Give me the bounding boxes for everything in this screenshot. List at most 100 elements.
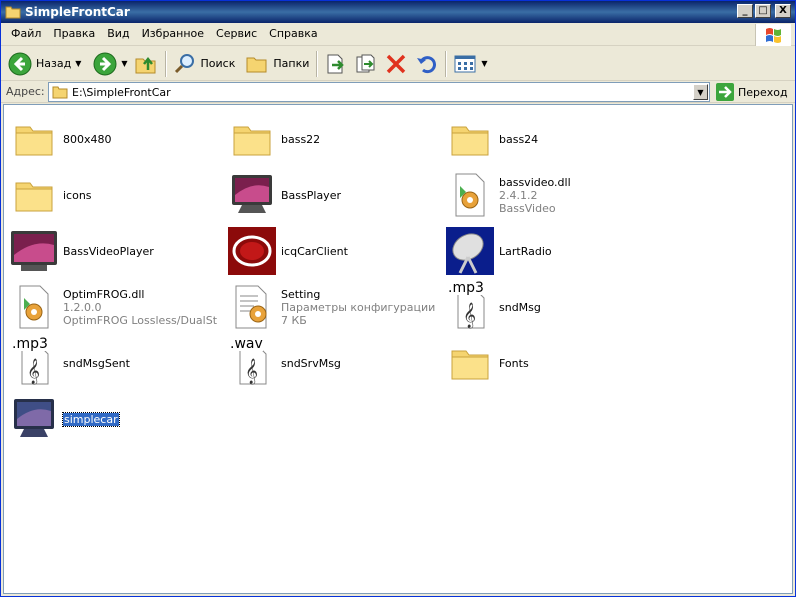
address-dropdown-button[interactable]: ▼ [693, 84, 708, 100]
forward-dropdown-icon[interactable]: ▼ [121, 59, 127, 68]
search-icon [174, 53, 194, 73]
window-title: SimpleFrontCar [25, 5, 130, 19]
folder-icon [8, 113, 60, 165]
back-dropdown-icon[interactable]: ▼ [75, 59, 81, 68]
move-to-button[interactable] [321, 49, 351, 79]
address-input[interactable]: E:\SimpleFrontCar ▼ [48, 82, 710, 102]
menu-edit[interactable]: Правка [47, 23, 101, 45]
delete-icon [387, 54, 406, 73]
file-name: sndMsgSent [63, 356, 130, 370]
back-button[interactable]: Назад ▼ [5, 49, 84, 79]
menu-file[interactable]: Файл [5, 23, 47, 45]
file-extension-label: .mp3 [448, 280, 484, 296]
file-item[interactable]: Setting Параметры конфигурации 7 КБ [226, 279, 444, 335]
svg-text:𝄞: 𝄞 [245, 358, 258, 384]
folder-icon [52, 86, 68, 98]
file-name: bass24 [499, 132, 539, 146]
monitor-app-icon [226, 169, 278, 221]
monitor-app-icon [8, 393, 60, 445]
explorer-window: SimpleFrontCar _ □ X Файл Правка Вид Изб… [0, 0, 796, 597]
file-item[interactable]: Fonts [444, 335, 662, 391]
menu-bar: Файл Правка Вид Избранное Сервис Справка [1, 23, 795, 46]
close-button[interactable]: X [775, 4, 791, 18]
audio-file-icon: 𝄞 .wav [226, 337, 278, 389]
file-version: 1.2.0.0 [63, 300, 102, 314]
svg-text:𝄞: 𝄞 [27, 358, 40, 384]
minimize-button[interactable]: _ [737, 4, 753, 18]
file-size: 7 КБ [281, 313, 307, 327]
file-extension-label: .mp3 [12, 336, 48, 352]
toolbar-separator [164, 50, 166, 77]
file-item[interactable]: 𝄞 .mp3 sndMsg [444, 279, 662, 335]
file-version: 2.4.1.2 [499, 188, 538, 202]
file-item[interactable]: LartRadio [444, 223, 662, 279]
file-item[interactable]: bass22 [226, 111, 444, 167]
copy-to-icon [356, 54, 375, 72]
folder-icon [5, 6, 21, 19]
file-name: icons [63, 188, 92, 202]
file-type: Параметры конфигурации [281, 300, 436, 314]
file-name: icqCarClient [281, 244, 348, 258]
toolbar: Назад ▼ ▼ Поиск Папки ▼ [1, 47, 795, 81]
delete-button[interactable] [381, 49, 411, 79]
maximize-button[interactable]: □ [755, 4, 771, 18]
file-item[interactable]: 𝄞 .mp3 sndMsgSent [8, 335, 226, 391]
file-item[interactable]: bassvideo.dll 2.4.1.2 BassVideo [444, 167, 662, 223]
file-name: Fonts [499, 356, 529, 370]
forward-button[interactable]: ▼ [90, 49, 130, 79]
settings-file-icon [226, 281, 278, 333]
go-label: Переход [738, 85, 788, 99]
file-list[interactable]: 800x480 bass22 bass24 icons BassPlayer b… [3, 104, 793, 594]
up-folder-button[interactable] [131, 49, 161, 79]
file-item[interactable]: OptimFROG.dll 1.2.0.0 OptimFROG Lossless… [8, 279, 226, 335]
file-item[interactable]: 800x480 [8, 111, 226, 167]
undo-button[interactable] [411, 49, 441, 79]
address-path: E:\SimpleFrontCar [72, 85, 171, 99]
go-arrow-icon [716, 83, 734, 101]
dll-gear-icon [444, 169, 496, 221]
menu-view[interactable]: Вид [101, 23, 135, 45]
video-player-icon [8, 225, 60, 277]
toolbar-separator [445, 50, 447, 77]
address-bar: Адрес: E:\SimpleFrontCar ▼ Переход [1, 81, 795, 103]
file-item[interactable]: BassPlayer [226, 167, 444, 223]
up-folder-icon [135, 56, 156, 73]
file-item[interactable]: icons [8, 167, 226, 223]
file-name: OptimFROG.dll [63, 287, 145, 301]
audio-file-icon: 𝄞 .mp3 [8, 337, 60, 389]
back-label: Назад [36, 57, 72, 70]
icq-client-icon [226, 225, 278, 277]
file-item[interactable]: 𝄞 .wav sndSrvMsg [226, 335, 444, 391]
undo-icon [417, 55, 437, 73]
menu-help[interactable]: Справка [263, 23, 323, 45]
folder-icon [444, 337, 496, 389]
search-label: Поиск [200, 57, 236, 70]
menu-favorites[interactable]: Избранное [136, 23, 210, 45]
folders-label: Папки [273, 57, 310, 70]
file-name: sndMsg [499, 300, 541, 314]
file-description: OptimFROG Lossless/DualStre... [63, 313, 218, 327]
back-arrow-icon [8, 52, 32, 75]
views-dropdown-icon[interactable]: ▼ [481, 59, 487, 68]
file-name: BassPlayer [281, 188, 341, 202]
title-bar[interactable]: SimpleFrontCar _ □ X [1, 1, 795, 23]
file-item[interactable]: BassVideoPlayer [8, 223, 226, 279]
file-name: bass22 [281, 132, 321, 146]
file-description: BassVideo [499, 201, 556, 215]
file-name: 800x480 [63, 132, 112, 146]
folder-icon [444, 113, 496, 165]
file-item[interactable]: simplecar [8, 391, 226, 447]
folders-button[interactable]: Папки [242, 49, 312, 79]
go-button[interactable]: Переход [716, 82, 788, 102]
menu-tools[interactable]: Сервис [210, 23, 263, 45]
file-name: simplecar [62, 411, 120, 427]
file-name: bassvideo.dll [499, 175, 571, 189]
search-button[interactable]: Поиск [170, 49, 239, 79]
copy-to-button[interactable] [351, 49, 381, 79]
address-label: Адрес: [6, 85, 45, 98]
views-button[interactable]: ▼ [450, 49, 490, 79]
file-item[interactable]: bass24 [444, 111, 662, 167]
windows-logo-icon [755, 24, 791, 46]
folder-icon [8, 169, 60, 221]
file-item[interactable]: icqCarClient [226, 223, 444, 279]
